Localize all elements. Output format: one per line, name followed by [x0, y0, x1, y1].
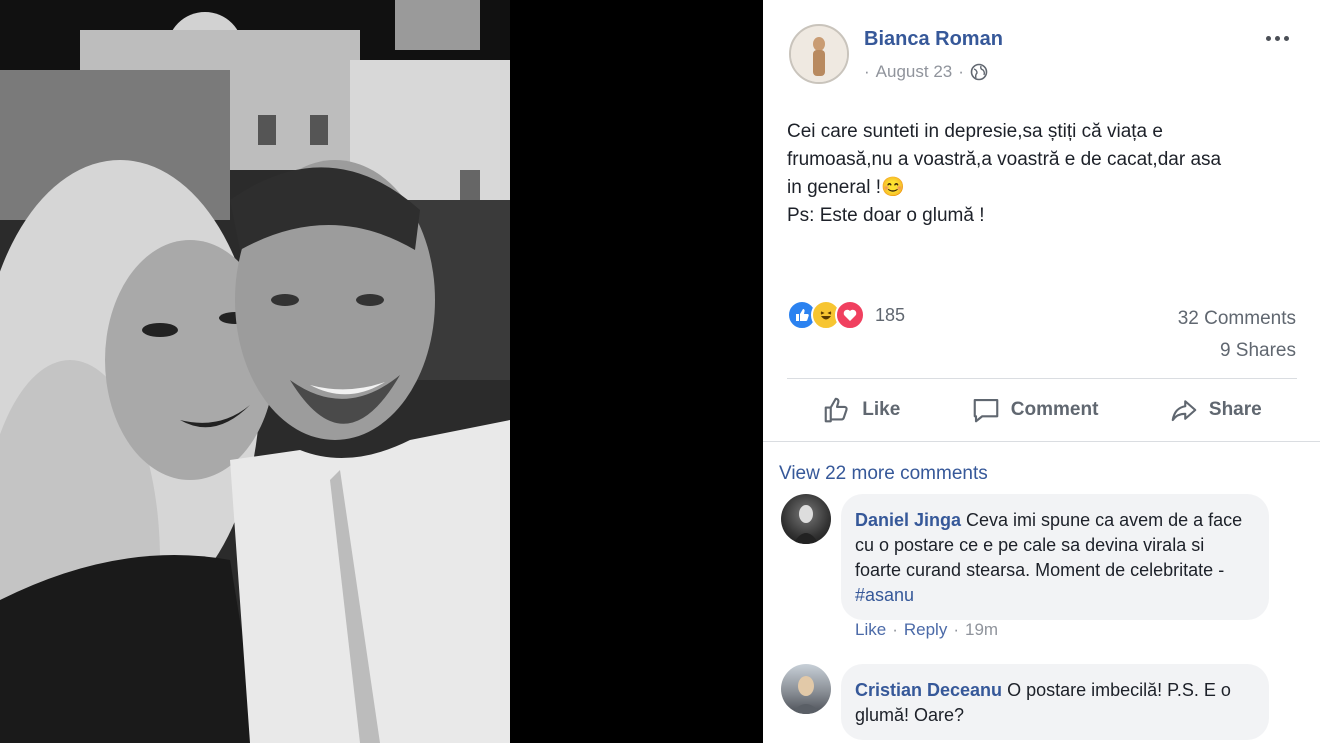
comment-bubble: Daniel Jinga Ceva imi spune ca avem de a…	[841, 494, 1269, 620]
divider	[787, 378, 1297, 379]
reaction-count: 185	[875, 304, 906, 325]
shares-count[interactable]: 9 Shares	[1178, 335, 1296, 367]
author-name[interactable]: Bianca Roman	[864, 28, 1003, 51]
comment-dot: ·	[892, 620, 898, 639]
author-avatar-image	[791, 26, 847, 82]
post-meta: · August 23 ·	[864, 62, 988, 82]
photo-viewer	[0, 0, 763, 743]
post-actions-bar: Like Comment Share	[787, 388, 1297, 432]
comment-actions: Like · Reply · 19m	[855, 620, 998, 640]
comment-label: Comment	[1010, 399, 1099, 420]
comments-count[interactable]: 32 Comments	[1178, 303, 1296, 335]
comment-reply-link[interactable]: Reply	[904, 620, 947, 640]
like-button[interactable]: Like	[822, 395, 900, 425]
selfie-image	[0, 0, 510, 743]
author-avatar[interactable]	[789, 24, 849, 84]
meta-separator: ·	[864, 62, 870, 81]
love-icon	[835, 300, 865, 330]
comment-time[interactable]: 19m	[965, 620, 998, 640]
comment-dot-2: ·	[953, 620, 959, 639]
divider	[763, 441, 1320, 442]
commenter-name[interactable]: Cristian Deceanu	[855, 680, 1002, 700]
comment-like-link[interactable]: Like	[855, 620, 886, 640]
engagement-counts: 32 Comments 9 Shares	[1178, 303, 1296, 367]
post-text: Cei care sunteti in depresie,sa știți că…	[787, 121, 1222, 226]
post-date[interactable]: August 23	[876, 62, 953, 82]
share-label: Share	[1208, 399, 1262, 420]
globe-icon[interactable]	[970, 63, 988, 81]
share-button[interactable]: Share	[1169, 395, 1262, 425]
commenter-name[interactable]: Daniel Jinga	[855, 510, 961, 530]
comment-bubble: Cristian Deceanu O postare imbecilă! P.S…	[841, 664, 1269, 740]
comment-button[interactable]: Comment	[971, 395, 1099, 425]
like-label: Like	[862, 399, 901, 420]
post-photo[interactable]	[0, 0, 510, 743]
commenter-avatar[interactable]	[781, 664, 831, 714]
view-more-comments-link[interactable]: View 22 more comments	[779, 463, 988, 485]
post-panel: Bianca Roman · August 23 · Cei care sunt…	[763, 0, 1320, 743]
hashtag-link[interactable]: #asanu	[855, 585, 914, 605]
comment-icon	[973, 398, 999, 423]
more-options-icon[interactable]	[1266, 30, 1294, 46]
share-icon	[1171, 400, 1197, 422]
post-header: Bianca Roman · August 23 ·	[763, 0, 1320, 100]
reactions-summary[interactable]: 185	[787, 300, 905, 330]
commenter-avatar[interactable]	[781, 494, 831, 544]
meta-separator-2: ·	[958, 62, 964, 81]
thumbs-up-icon	[824, 397, 848, 423]
